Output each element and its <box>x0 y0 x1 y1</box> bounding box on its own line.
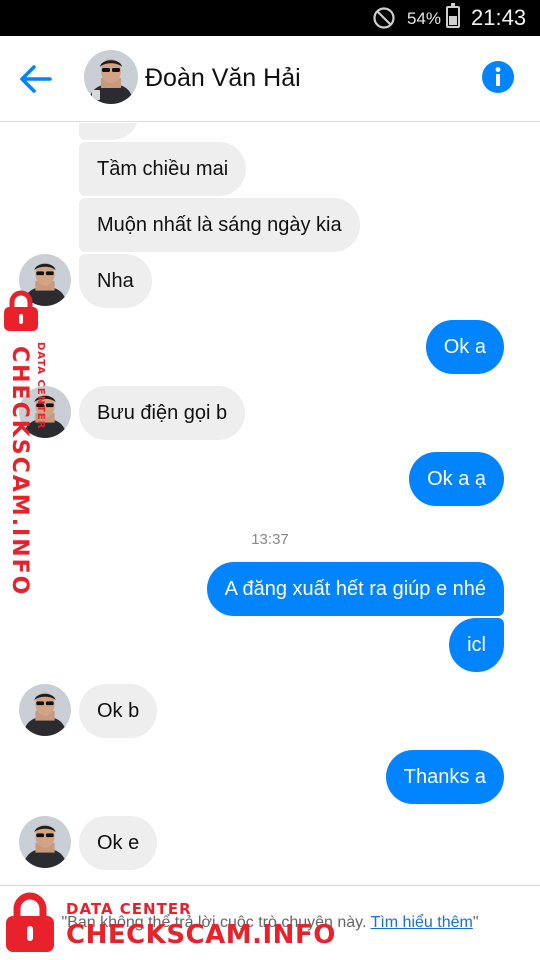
reply-disabled-bar: "Bạn không thể trả lời cuộc trò chuyện n… <box>0 885 540 960</box>
contact-avatar[interactable] <box>19 386 71 438</box>
do-not-disturb-icon <box>373 7 395 29</box>
battery-icon <box>446 3 460 28</box>
message-text: Ok e <box>97 832 140 854</box>
notice-closing-quote: " <box>472 914 479 931</box>
battery-percent: 54% <box>407 9 442 28</box>
contact-avatar[interactable] <box>19 816 71 868</box>
notice-text: "Bạn không thể trả lời cuộc trò chuyện n… <box>61 914 367 931</box>
message-text: Bưu điện gọi b <box>97 402 228 424</box>
message-bubble-outgoing[interactable]: Thanks a <box>385 750 504 804</box>
message-bubble-incoming[interactable]: Nha <box>79 254 152 308</box>
contact-avatar[interactable] <box>84 50 138 104</box>
learn-more-link[interactable]: Tìm hiểu thêm <box>371 914 473 931</box>
message-bubble-incoming[interactable]: Bưu điện gọi b <box>79 386 246 440</box>
message-bubble-incoming[interactable] <box>79 123 139 140</box>
message-text: Ok b <box>97 700 140 722</box>
message-text: Tầm chiều mai <box>97 158 229 180</box>
chat-header: Đoàn Văn Hải <box>0 36 540 122</box>
message-bubble-incoming[interactable]: Muộn nhất là sáng ngày kia <box>79 198 360 252</box>
message-text: Muộn nhất là sáng ngày kia <box>97 214 342 236</box>
message-text: icl <box>467 634 486 656</box>
message-bubble-outgoing[interactable]: Ok a ạ <box>409 452 504 506</box>
message-text: Thanks a <box>403 766 486 788</box>
message-text: Ok a <box>443 336 486 358</box>
contact-name: Đoàn Văn Hải <box>145 64 301 92</box>
message-text: Nha <box>97 270 134 292</box>
message-text: A đăng xuất hết ra giúp e nhé <box>224 578 486 600</box>
message-bubble-outgoing[interactable]: icl <box>449 618 504 672</box>
message-bubble-incoming[interactable]: Ok e <box>79 816 158 870</box>
message-bubble-incoming[interactable]: Tầm chiều mai <box>79 142 247 196</box>
message-list[interactable]: Tầm chiều mai Muộn nhất là sáng ngày kia… <box>0 123 540 885</box>
message-text: Ok a ạ <box>427 468 486 490</box>
status-bar: 54% 21:43 <box>0 0 540 36</box>
contact-avatar[interactable] <box>19 684 71 736</box>
message-timestamp: 13:37 <box>251 531 289 548</box>
message-bubble-outgoing[interactable]: Ok a <box>425 320 504 374</box>
info-icon[interactable] <box>481 60 515 94</box>
reply-disabled-notice: "Bạn không thể trả lời cuộc trò chuyện n… <box>0 914 540 932</box>
message-bubble-outgoing[interactable]: A đăng xuất hết ra giúp e nhé <box>206 562 504 616</box>
status-time: 21:43 <box>471 5 527 30</box>
message-bubble-incoming[interactable]: Ok b <box>79 684 158 738</box>
contact-avatar[interactable] <box>19 254 71 306</box>
back-arrow-icon[interactable] <box>16 61 56 97</box>
